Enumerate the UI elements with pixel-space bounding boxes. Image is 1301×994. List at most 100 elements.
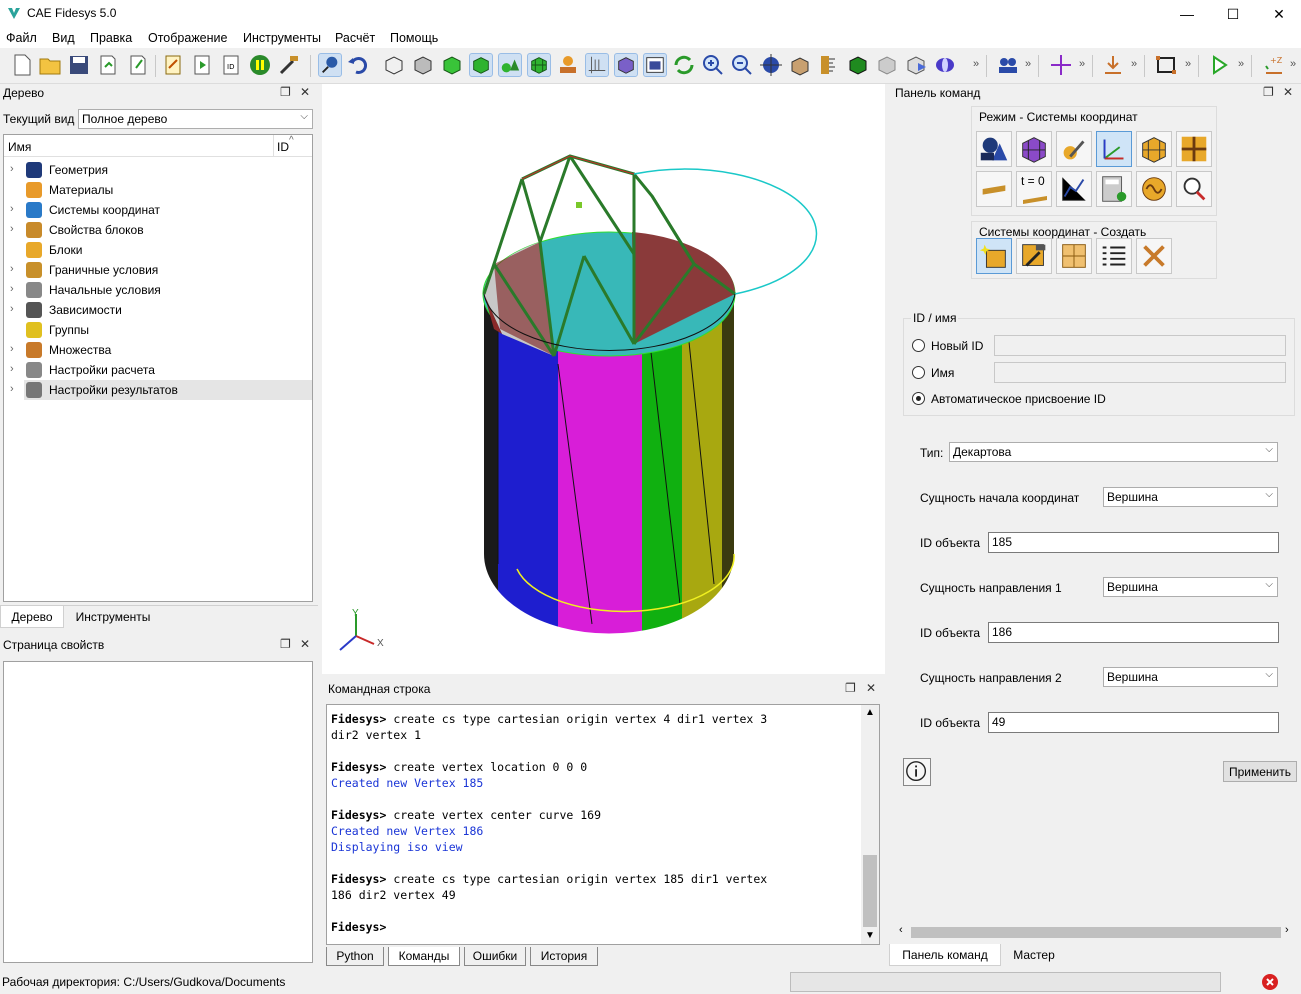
mode-coord-systems-button[interactable]: [1096, 131, 1132, 167]
close-icon[interactable]: ✕: [1283, 85, 1293, 99]
mode-mesh-button[interactable]: [1016, 131, 1052, 167]
scroll-left-icon[interactable]: ‹: [899, 924, 903, 936]
run-icon[interactable]: [1207, 53, 1231, 77]
tree-item[interactable]: › Системы координат: [10, 200, 312, 220]
grid-axes-icon[interactable]: [585, 53, 609, 77]
close-icon[interactable]: ✕: [300, 637, 310, 651]
chevron-right-icon[interactable]: ›: [10, 203, 14, 215]
tree-item[interactable]: Блоки: [24, 240, 312, 260]
shaded-view-icon[interactable]: [440, 53, 464, 77]
dir2-entity-select[interactable]: Вершина ⌵: [1103, 667, 1278, 687]
hidden-line-view-icon[interactable]: [411, 53, 435, 77]
mode-dependencies-button[interactable]: [1056, 171, 1092, 207]
tab-command-panel[interactable]: Панель команд: [889, 944, 1001, 966]
tree-item[interactable]: › Свойства блоков: [10, 220, 312, 240]
wireframe-view-icon[interactable]: [382, 53, 406, 77]
ruler-icon[interactable]: [817, 53, 841, 77]
toolbar-overflow-3[interactable]: »: [1079, 58, 1085, 70]
mode-blocks-button[interactable]: [1136, 131, 1172, 167]
chevron-right-icon[interactable]: ›: [10, 343, 14, 355]
journal-icon[interactable]: [161, 53, 185, 77]
id-script-icon[interactable]: ID: [219, 53, 243, 77]
zoom-out-icon[interactable]: [730, 53, 754, 77]
origin-entity-select[interactable]: Вершина ⌵: [1103, 487, 1278, 507]
dir2-id-input[interactable]: 49: [988, 712, 1279, 733]
minimize-button[interactable]: —: [1164, 0, 1210, 28]
mode-results-button[interactable]: [1136, 171, 1172, 207]
menu-tools[interactable]: Инструменты: [243, 31, 321, 45]
new-id-input[interactable]: [994, 335, 1286, 356]
mode-initial-button[interactable]: t = 0: [1016, 171, 1052, 207]
menu-display[interactable]: Отображение: [148, 31, 227, 45]
shaded-mesh-view-icon[interactable]: [469, 53, 493, 77]
tab-commands[interactable]: Команды: [388, 947, 460, 966]
toolbar-overflow-2[interactable]: »: [1025, 58, 1031, 70]
name-input[interactable]: [994, 362, 1286, 383]
tree-item[interactable]: › Зависимости: [10, 300, 312, 320]
menu-help[interactable]: Помощь: [390, 31, 438, 45]
undo-icon[interactable]: [346, 53, 370, 77]
export-icon[interactable]: [96, 53, 120, 77]
tab-python[interactable]: Python: [326, 947, 384, 966]
download-icon[interactable]: [1101, 53, 1125, 77]
mode-inspect-button[interactable]: [1176, 171, 1212, 207]
tree-item[interactable]: › Граничные условия: [10, 260, 312, 280]
tree-item[interactable]: › Настройки расчета: [10, 360, 312, 380]
toolbar-overflow-5[interactable]: »: [1185, 58, 1191, 70]
modify-cs-button[interactable]: [1016, 238, 1052, 274]
bodies-icon[interactable]: [556, 53, 580, 77]
hscroll-thumb[interactable]: [911, 927, 1281, 938]
tab-errors[interactable]: Ошибки: [464, 947, 526, 966]
float-icon[interactable]: ❐: [1263, 85, 1274, 99]
cube-face-icon[interactable]: [614, 53, 638, 77]
float-icon[interactable]: ❐: [280, 637, 291, 651]
col-id[interactable]: ID: [277, 140, 289, 154]
window-view-icon[interactable]: [643, 53, 667, 77]
close-button[interactable]: ✕: [1256, 0, 1301, 28]
tree-item[interactable]: Группы: [24, 320, 312, 340]
toolbar-overflow-4[interactable]: »: [1131, 58, 1137, 70]
float-icon[interactable]: ❐: [845, 681, 856, 695]
open-folder-icon[interactable]: [38, 53, 62, 77]
mode-bc-button[interactable]: [976, 171, 1012, 207]
dir1-id-input[interactable]: 186: [988, 622, 1279, 643]
float-icon[interactable]: ❐: [280, 85, 291, 99]
error-stop-icon[interactable]: [1261, 973, 1279, 991]
chevron-right-icon[interactable]: ›: [10, 283, 14, 295]
tree-item[interactable]: › Настройки результатов: [10, 380, 312, 400]
tree-item[interactable]: › Геометрия: [10, 160, 312, 180]
chevron-right-icon[interactable]: ›: [10, 303, 14, 315]
crosshair-icon[interactable]: [1049, 53, 1073, 77]
import-icon[interactable]: [126, 53, 150, 77]
menu-file[interactable]: Файл: [6, 31, 37, 45]
transparent-box-icon[interactable]: [875, 53, 899, 77]
fit-view-icon[interactable]: [759, 53, 783, 77]
tree-item[interactable]: Материалы: [24, 180, 312, 200]
z-axis-icon[interactable]: +Z: [1262, 53, 1286, 77]
apply-button[interactable]: Применить: [1223, 761, 1297, 782]
graphics-viewport[interactable]: Y X: [322, 84, 885, 674]
list-cs-button[interactable]: [1096, 238, 1132, 274]
info-button[interactable]: [903, 758, 931, 786]
chevron-right-icon[interactable]: ›: [10, 363, 14, 375]
save-icon[interactable]: [67, 53, 91, 77]
command-panel-hscroll[interactable]: ‹ ›: [889, 924, 1301, 940]
tab-tools[interactable]: Инструменты: [68, 606, 158, 626]
close-icon[interactable]: ✕: [300, 85, 310, 99]
create-cs-button[interactable]: [976, 238, 1012, 274]
new-file-icon[interactable]: [10, 53, 34, 77]
mode-sets-button[interactable]: [1176, 131, 1212, 167]
mode-material-button[interactable]: [1056, 131, 1092, 167]
scroll-up-icon[interactable]: ▲: [865, 707, 875, 718]
scroll-thumb[interactable]: [863, 855, 877, 927]
select-box-icon[interactable]: [1154, 53, 1178, 77]
auto-id-radio[interactable]: [912, 392, 925, 405]
clip-plane-icon[interactable]: [904, 53, 928, 77]
maximize-button[interactable]: ☐: [1210, 0, 1256, 28]
select-mode-icon[interactable]: [318, 53, 342, 77]
close-icon[interactable]: ✕: [866, 681, 876, 695]
origin-id-input[interactable]: 185: [988, 532, 1279, 553]
tree-item[interactable]: › Начальные условия: [10, 280, 312, 300]
align-cs-button[interactable]: [1056, 238, 1092, 274]
console-output[interactable]: Fidesys> create cs type cartesian origin…: [326, 704, 880, 945]
